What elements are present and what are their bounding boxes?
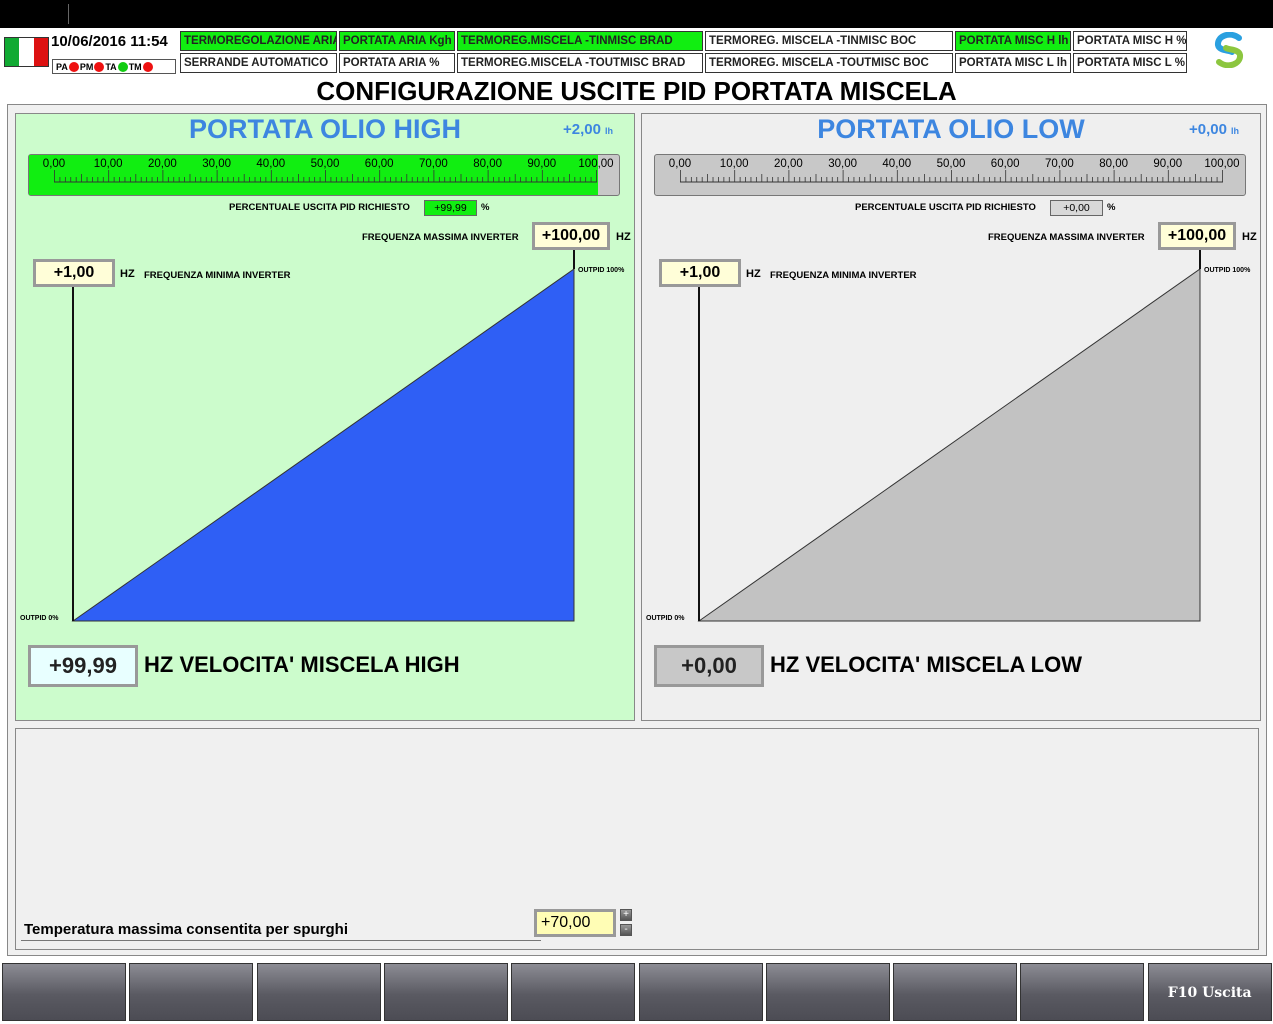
nav-portata-aria-pct[interactable]: PORTATA ARIA % <box>339 53 455 73</box>
f10-exit-button[interactable]: F10 Uscita <box>1147 963 1272 1021</box>
temp-decrement-button[interactable]: - <box>620 924 632 936</box>
function-key-4[interactable] <box>383 963 508 1021</box>
indicator-tm-label: TM <box>128 61 142 72</box>
panel-portata-olio-high: PORTATA OLIO HIGH +2,00 lh 0,00 10,00 20,00… <box>15 113 635 721</box>
nav-portata-misc-l-lh[interactable]: PORTATA MISC L lh <box>955 53 1071 73</box>
pid-curve-graph <box>697 250 1201 622</box>
temp-max-label: Temperatura massima consentita per spurg… <box>24 921 348 938</box>
pid-curve-fill <box>71 268 575 622</box>
top-bar-divider <box>68 4 69 24</box>
temp-max-input[interactable]: +70,00 <box>534 909 616 937</box>
indicator-pm-dot <box>94 61 105 72</box>
function-key-2[interactable] <box>129 963 254 1021</box>
nav-portata-misc-h-pct[interactable]: PORTATA MISC H % <box>1073 31 1187 51</box>
function-key-3[interactable] <box>256 963 381 1021</box>
pid-curve-graph <box>71 250 575 622</box>
nav-termoreg-miscela-tinmisc-brad[interactable]: TERMOREG.MISCELA -TINMISC BRAD <box>457 31 703 51</box>
top-black-bar <box>0 0 1273 28</box>
indicator-pa-label: PA <box>56 61 68 72</box>
nav-portata-aria-kgh[interactable]: PORTATA ARIA Kgh <box>339 31 455 51</box>
nav-serrande-automatico[interactable]: SERRANDE AUTOMATICO <box>180 53 337 73</box>
nav-portata-misc-l-pct[interactable]: PORTATA MISC L % <box>1073 53 1187 73</box>
nav-termoreg-miscela-toutmisc-boc[interactable]: TERMOREG. MISCELA -TOUTMISC BOC <box>705 53 953 73</box>
screen: 10/06/2016 11:54 PA PM TA TM TERMOREGOLA… <box>0 0 1273 1024</box>
function-key-8[interactable] <box>893 963 1018 1021</box>
temp-increment-button[interactable]: + <box>620 909 632 921</box>
indicator-ta-dot <box>117 61 128 72</box>
function-key-6[interactable] <box>638 963 763 1021</box>
function-key-7[interactable] <box>765 963 890 1021</box>
indicator-ta-label: TA <box>105 61 117 72</box>
speed-label: HZ VELOCITA' MISCELA HIGH <box>144 652 460 677</box>
indicator-tm-dot <box>142 61 153 72</box>
nav-portata-misc-h-lh[interactable]: PORTATA MISC H lh <box>955 31 1071 51</box>
company-logo-icon <box>1215 32 1243 68</box>
nav-termoregolazione-aria[interactable]: TERMOREGOLAZIONE ARIA <box>180 31 337 51</box>
status-indicators: PA PM TA TM <box>52 59 176 74</box>
nav-termoreg-miscela-toutmisc-brad[interactable]: TERMOREG.MISCELA -TOUTMISC BRAD <box>457 53 703 73</box>
function-key-9[interactable] <box>1020 963 1145 1021</box>
indicator-pa-dot <box>68 61 79 72</box>
spurghi-panel: Temperatura massima consentita per spurg… <box>15 728 1259 950</box>
italian-flag-icon <box>4 37 49 67</box>
speed-value: +0,00 <box>654 645 764 687</box>
panel-portata-olio-low: PORTATA OLIO LOW +0,00 lh 0,00 10,00 20,00 3… <box>641 113 1261 721</box>
indicator-pm-label: PM <box>79 61 94 72</box>
page-title: CONFIGURAZIONE USCITE PID PORTATA MISCEL… <box>316 76 957 106</box>
function-key-1[interactable] <box>2 963 126 1021</box>
speed-value: +99,99 <box>28 645 138 687</box>
nav-termoreg-miscela-tinmisc-boc[interactable]: TERMOREG. MISCELA -TINMISC BOC <box>705 31 953 51</box>
datetime: 10/06/2016 11:54 <box>51 33 168 50</box>
speed-label: HZ VELOCITA' MISCELA LOW <box>770 652 1082 677</box>
pid-curve-fill <box>697 268 1201 622</box>
function-key-5[interactable] <box>511 963 636 1021</box>
temp-underline <box>21 940 541 941</box>
